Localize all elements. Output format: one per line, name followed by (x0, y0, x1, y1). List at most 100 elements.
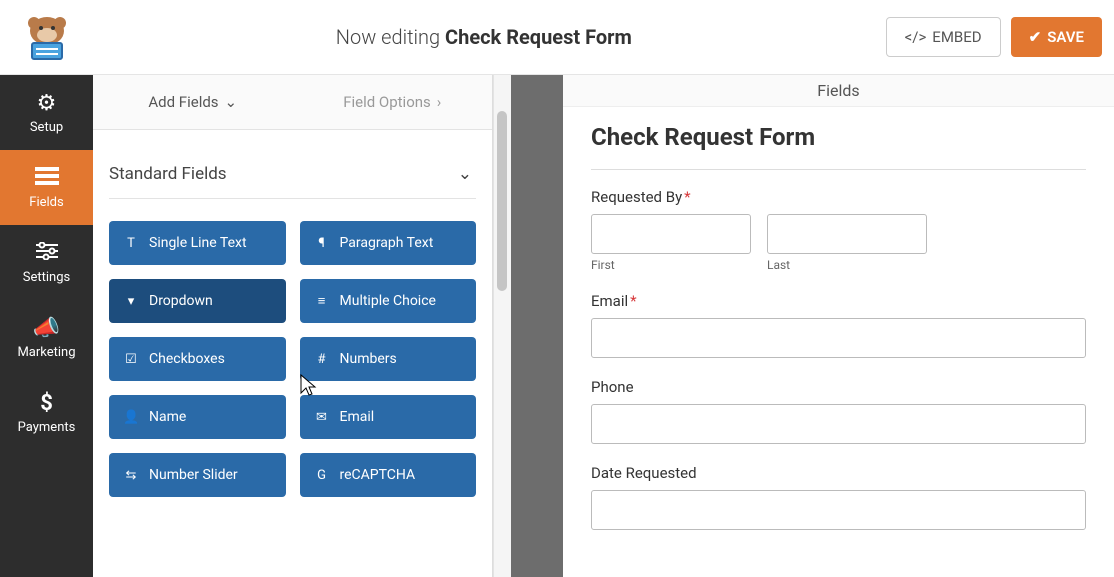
sidebar-item-label: Marketing (17, 345, 75, 360)
panel-body: Standard Fields ⌄ T Single Line Text ¶ P… (93, 130, 492, 577)
group-title: Standard Fields (109, 164, 227, 184)
field-recaptcha[interactable]: G reCAPTCHA (300, 453, 477, 497)
sidebar-item-label: Fields (29, 195, 63, 210)
header-actions: </> EMBED ✔ SAVE (886, 17, 1102, 57)
bear-logo-icon (20, 13, 74, 61)
panel-tabs: Add Fields ⌄ Field Options › (93, 75, 492, 130)
sidebar-item-label: Setup (30, 120, 63, 135)
first-name-input[interactable] (591, 214, 751, 254)
label-text: Email (591, 292, 628, 310)
field-label: Numbers (340, 351, 397, 367)
top-bar: Now editing Check Request Form </> EMBED… (0, 0, 1114, 75)
field-dropdown[interactable]: ▾ Dropdown (109, 279, 286, 323)
required-asterisk: * (684, 188, 690, 206)
label-text: Requested By (591, 188, 682, 206)
sidebar-item-settings[interactable]: Settings (0, 225, 93, 300)
form-field-phone[interactable]: Phone (591, 378, 1086, 444)
sliders-icon (36, 241, 58, 266)
name-split: First Last (591, 214, 1086, 272)
tab-label: Add Fields (148, 93, 218, 111)
field-multiple-choice[interactable]: ≡ Multiple Choice (300, 279, 477, 323)
fields-grid: T Single Line Text ¶ Paragraph Text ▾ Dr… (109, 221, 476, 497)
field-label: Name (149, 409, 186, 425)
field-label: Multiple Choice (340, 293, 436, 309)
panel-scrollbar[interactable] (493, 75, 511, 577)
check-icon: ✔ (1029, 28, 1042, 46)
form-field-date-requested[interactable]: Date Requested (591, 464, 1086, 530)
fields-panel-wrap: Add Fields ⌄ Field Options › Standard Fi… (93, 75, 511, 577)
preview-section-title: Fields (563, 75, 1114, 107)
field-label: Email* (591, 292, 1086, 310)
now-editing-text: Now editing (336, 25, 440, 49)
tab-field-options[interactable]: Field Options › (293, 75, 493, 129)
chevron-down-icon: ⌄ (225, 93, 238, 111)
save-button-label: SAVE (1047, 28, 1084, 46)
editing-title: Now editing Check Request Form (82, 25, 886, 49)
field-label: Dropdown (149, 293, 213, 309)
field-name[interactable]: 👤 Name (109, 395, 286, 439)
email-input[interactable] (591, 318, 1086, 358)
dropdown-icon: ▾ (123, 294, 139, 309)
gear-icon: ⚙ (37, 91, 57, 116)
left-sidebar: ⚙ Setup Fields Settings 📣 Marketing $ Pa… (0, 75, 93, 577)
field-checkboxes[interactable]: ☑ Checkboxes (109, 337, 286, 381)
chevron-right-icon: › (437, 93, 442, 111)
sub-label-first: First (591, 258, 751, 272)
tab-label: Field Options (343, 93, 431, 111)
paragraph-icon: ¶ (314, 236, 330, 251)
standard-fields-group[interactable]: Standard Fields ⌄ (109, 150, 476, 199)
sidebar-item-label: Settings (23, 270, 70, 285)
app-logo (12, 13, 82, 61)
sidebar-item-fields[interactable]: Fields (0, 150, 93, 225)
required-asterisk: * (630, 292, 636, 310)
field-numbers[interactable]: # Numbers (300, 337, 477, 381)
embed-button-label: EMBED (932, 28, 981, 46)
chevron-down-icon: ⌄ (458, 164, 472, 184)
tab-add-fields[interactable]: Add Fields ⌄ (93, 75, 293, 129)
person-icon: 👤 (123, 410, 139, 425)
scrollbar-thumb[interactable] (497, 111, 507, 291)
bullhorn-icon: 📣 (33, 316, 60, 341)
field-label: Email (340, 409, 375, 425)
save-button[interactable]: ✔ SAVE (1011, 17, 1102, 57)
field-label: Number Slider (149, 467, 238, 483)
phone-input[interactable] (591, 404, 1086, 444)
sidebar-item-setup[interactable]: ⚙ Setup (0, 75, 93, 150)
last-name-input[interactable] (767, 214, 927, 254)
sub-label-last: Last (767, 258, 927, 272)
preview-gutter (511, 75, 563, 577)
form-name-text: Check Request Form (445, 25, 632, 49)
slider-icon: ⇆ (123, 468, 139, 483)
sidebar-item-label: Payments (18, 420, 76, 435)
field-paragraph-text[interactable]: ¶ Paragraph Text (300, 221, 477, 265)
text-icon: T (123, 236, 139, 251)
sidebar-item-payments[interactable]: $ Payments (0, 375, 93, 450)
code-icon: </> (905, 28, 927, 46)
field-label: Requested By* (591, 188, 1086, 206)
form-field-email[interactable]: Email* (591, 292, 1086, 358)
field-email[interactable]: ✉ Email (300, 395, 477, 439)
hash-icon: # (314, 352, 330, 367)
field-label: Single Line Text (149, 235, 247, 251)
field-label: Paragraph Text (340, 235, 434, 251)
form-title: Check Request Form (591, 123, 1086, 170)
list-icon (35, 166, 59, 191)
field-label: Phone (591, 378, 1086, 396)
field-label: Checkboxes (149, 351, 225, 367)
field-single-line-text[interactable]: T Single Line Text (109, 221, 286, 265)
field-number-slider[interactable]: ⇆ Number Slider (109, 453, 286, 497)
field-label: Date Requested (591, 464, 1086, 482)
form-preview: Fields Check Request Form Requested By* … (563, 75, 1114, 577)
fields-panel: Add Fields ⌄ Field Options › Standard Fi… (93, 75, 493, 577)
checkbox-icon: ☑ (123, 352, 139, 367)
date-requested-input[interactable] (591, 490, 1086, 530)
dollar-icon: $ (40, 391, 53, 416)
embed-button[interactable]: </> EMBED (886, 17, 1001, 57)
preview-body: Check Request Form Requested By* First L… (563, 107, 1114, 566)
main-area: ⚙ Setup Fields Settings 📣 Marketing $ Pa… (0, 75, 1114, 577)
list-icon: ≡ (314, 293, 330, 309)
first-name-col: First (591, 214, 751, 272)
field-label: reCAPTCHA (340, 467, 416, 483)
form-field-requested-by[interactable]: Requested By* First Last (591, 188, 1086, 272)
sidebar-item-marketing[interactable]: 📣 Marketing (0, 300, 93, 375)
